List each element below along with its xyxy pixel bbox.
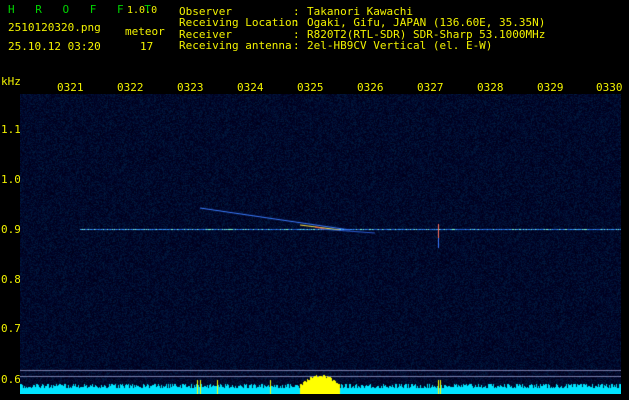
y-tick-label: 1.1: [1, 123, 21, 136]
y-tick-label: 0.6: [1, 373, 21, 386]
y-unit-label: kHz: [1, 75, 21, 88]
x-tick-label: 0323: [177, 81, 204, 94]
x-tick-label: 0324: [237, 81, 264, 94]
file-name: 2510120320.png: [8, 21, 101, 34]
hrofft-window: H R O F F T 1.0.0 2510120320.png meteor …: [0, 0, 629, 400]
x-tick-label: 0325: [297, 81, 324, 94]
info-colon: :: [293, 39, 300, 52]
x-tick-label: 0327: [417, 81, 444, 94]
y-tick-label: 1.0: [1, 173, 21, 186]
x-tick-label: 0326: [357, 81, 384, 94]
spectrogram-canvas: [20, 94, 621, 394]
info-value-location: Ogaki, Gifu, JAPAN (136.60E, 35.35N): [307, 16, 546, 29]
info-colon: :: [293, 16, 300, 29]
x-tick-label: 0321: [57, 81, 84, 94]
waterfall-spectrogram: [20, 94, 621, 394]
file-datetime: 25.10.12 03:20: [8, 40, 101, 53]
x-tick-label: 0322: [117, 81, 144, 94]
y-tick-label: 0.8: [1, 273, 21, 286]
info-value-antenna: 2el-HB9CV Vertical (el. E-W): [307, 39, 493, 52]
info-label-location: Receiving Location: [179, 16, 299, 29]
y-tick-label: 0.9: [1, 223, 21, 236]
x-tick-label: 0328: [477, 81, 504, 94]
y-tick-label: 0.7: [1, 322, 21, 335]
app-version: 1.0.0: [127, 5, 158, 16]
x-tick-label: 0329: [537, 81, 564, 94]
meteor-count: 17: [140, 40, 154, 53]
x-tick-label: 0330: [596, 81, 623, 94]
meteor-label: meteor: [125, 25, 165, 38]
info-label-antenna: Receiving antenna: [179, 39, 292, 52]
